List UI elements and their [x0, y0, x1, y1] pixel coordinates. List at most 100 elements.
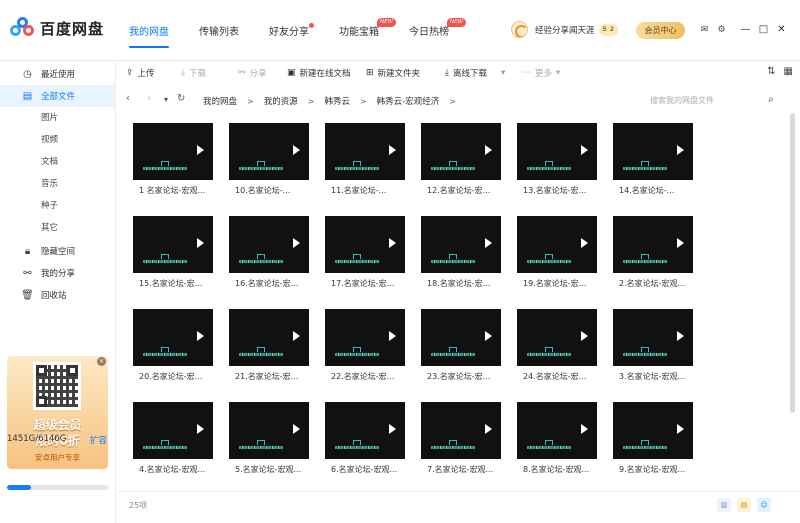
file-tile[interactable]: 20.名家论坛-宏...	[133, 299, 213, 387]
history-dropdown-icon[interactable]: ▾	[164, 95, 168, 104]
video-thumbnail[interactable]	[325, 216, 405, 273]
video-thumbnail[interactable]	[613, 309, 693, 366]
sidebar-sub-images[interactable]: 图片	[41, 109, 58, 127]
minimize-button[interactable]: —	[740, 24, 751, 35]
sidebar-sub-videos[interactable]: 视频	[41, 131, 58, 149]
back-button[interactable]: ‹	[126, 93, 130, 104]
sidebar-sub-torrents[interactable]: 种子	[41, 197, 58, 215]
search-input[interactable]	[650, 90, 782, 110]
chevron-down-icon[interactable]: ▾	[501, 68, 505, 78]
file-tile[interactable]: 6.名家论坛-宏观...	[325, 392, 405, 480]
file-tile[interactable]: 23.名家论坛-宏...	[421, 299, 501, 387]
video-thumbnail[interactable]	[613, 216, 693, 273]
video-thumbnail[interactable]	[613, 402, 693, 459]
maximize-button[interactable]: □	[758, 24, 769, 35]
video-thumbnail[interactable]	[421, 216, 501, 273]
scrollbar[interactable]	[790, 113, 795, 488]
sidebar-item-my-shares[interactable]: ⚯ 我的分享	[0, 262, 115, 284]
search-icon[interactable]: ⌕	[768, 94, 774, 105]
file-tile[interactable]: 10.名家论坛-...	[229, 113, 309, 201]
file-tile[interactable]: 3.名家论坛-宏观...	[613, 299, 693, 387]
forward-button[interactable]: ›	[147, 93, 151, 104]
sidebar-sub-docs[interactable]: 文档	[41, 153, 58, 171]
sidebar-item-hidden-space[interactable]: 🔒︎ 隐藏空间	[0, 240, 115, 262]
file-tile[interactable]: 18.名家论坛-宏...	[421, 206, 501, 294]
file-tile[interactable]: 5.名家论坛-宏观...	[229, 392, 309, 480]
file-tile[interactable]: 12.名家论坛-宏...	[421, 113, 501, 201]
video-thumbnail[interactable]	[325, 123, 405, 180]
share-button[interactable]: ⚯ 分享	[238, 62, 267, 84]
video-thumbnail[interactable]	[133, 309, 213, 366]
video-thumbnail[interactable]	[229, 402, 309, 459]
sidebar-sub-music[interactable]: 音乐	[41, 175, 58, 193]
video-thumbnail[interactable]	[517, 402, 597, 459]
offline-download-button[interactable]: ⤓ 离线下载 ▾	[445, 62, 505, 84]
sidebar-sub-other[interactable]: 其它	[41, 219, 58, 237]
video-thumbnail[interactable]	[133, 216, 213, 273]
file-tile[interactable]: 15.名家论坛-宏...	[133, 206, 213, 294]
video-thumbnail[interactable]	[229, 123, 309, 180]
video-thumbnail[interactable]	[517, 123, 597, 180]
sidebar-item-recent[interactable]: ◷ 最近使用	[0, 63, 115, 85]
service-icon[interactable]: ☺	[757, 498, 771, 512]
user-box[interactable]: 经验分享闻天涯 52	[511, 21, 618, 38]
file-tile[interactable]: 21.名家论坛-宏...	[229, 299, 309, 387]
upload-button[interactable]: ⇪ 上传	[126, 62, 155, 84]
video-thumbnail[interactable]	[229, 309, 309, 366]
video-thumbnail[interactable]	[133, 123, 213, 180]
tab-hot-list[interactable]: 今日热榜 NEW	[398, 0, 466, 61]
file-tile[interactable]: 24.名家论坛-宏...	[517, 299, 597, 387]
breadcrumb-item[interactable]: 我的网盘	[203, 95, 237, 107]
video-thumbnail[interactable]	[517, 309, 597, 366]
tab-toolbox[interactable]: 功能宝箱 NEW	[328, 0, 396, 61]
grid-view-icon[interactable]: ▦	[784, 66, 793, 77]
vip-promo-banner[interactable]: 超级会员 限时6折 安卓用户专享 ✕	[7, 356, 108, 469]
video-thumbnail[interactable]	[325, 402, 405, 459]
tab-my-drive[interactable]: 我的网盘	[118, 0, 180, 61]
gear-icon[interactable]: ⚙	[716, 24, 727, 35]
video-thumbnail[interactable]	[325, 309, 405, 366]
more-button[interactable]: ⋯ 更多 ▾	[522, 62, 560, 84]
close-button[interactable]: ✕	[776, 24, 787, 35]
new-folder-button[interactable]: ⊞ 新建文件夹	[366, 62, 420, 84]
video-thumbnail[interactable]	[517, 216, 597, 273]
video-thumbnail[interactable]	[229, 216, 309, 273]
file-tile[interactable]: 1 名家论坛-宏观...	[133, 113, 213, 201]
gift-icon[interactable]: ▤	[737, 498, 751, 512]
expand-storage-link[interactable]: 扩容	[90, 434, 107, 446]
video-thumbnail[interactable]	[421, 402, 501, 459]
file-tile[interactable]: 7.名家论坛-宏观...	[421, 392, 501, 480]
file-tile[interactable]: 19.名家论坛-宏...	[517, 206, 597, 294]
avatar[interactable]	[511, 21, 528, 38]
tab-transfer-list[interactable]: 传输列表	[188, 0, 250, 61]
file-tile[interactable]: 8.名家论坛-宏观...	[517, 392, 597, 480]
file-tile[interactable]: 4.名家论坛-宏观...	[133, 392, 213, 480]
refresh-icon[interactable]: ↻	[177, 93, 185, 104]
sidebar-item-recycle-bin[interactable]: 🗑︎ 回收站	[0, 284, 115, 306]
scrollbar-thumb[interactable]	[790, 113, 795, 413]
file-tile[interactable]: 17.名家论坛-宏...	[325, 206, 405, 294]
breadcrumb-item[interactable]: 韩秀云-宏观经济	[377, 95, 440, 107]
file-tile[interactable]: 13.名家论坛-宏...	[517, 113, 597, 201]
file-tile[interactable]: 2.名家论坛-宏观...	[613, 206, 693, 294]
video-thumbnail[interactable]	[613, 123, 693, 180]
feedback-icon[interactable]: ▥	[717, 498, 731, 512]
new-online-doc-button[interactable]: ▣ 新建在线文档	[287, 62, 351, 84]
video-thumbnail[interactable]	[133, 402, 213, 459]
file-tile[interactable]: 22.名家论坛-宏...	[325, 299, 405, 387]
sort-icon[interactable]: ⇅	[767, 66, 775, 77]
app-logo[interactable]: 百度网盘	[10, 17, 104, 39]
file-tile[interactable]: 14.名家论坛-...	[613, 113, 693, 201]
tab-friend-share[interactable]: 好友分享	[258, 0, 320, 61]
video-thumbnail[interactable]	[421, 309, 501, 366]
file-tile[interactable]: 9.名家论坛-宏观...	[613, 392, 693, 480]
vip-center-button[interactable]: 会员中心	[636, 22, 685, 39]
video-thumbnail[interactable]	[421, 123, 501, 180]
mail-icon[interactable]: ✉	[699, 24, 710, 35]
breadcrumb-item[interactable]: 我的资源	[264, 95, 298, 107]
close-icon[interactable]: ✕	[97, 357, 106, 366]
breadcrumb-item[interactable]: 韩秀云	[324, 95, 350, 107]
file-tile[interactable]: 16.名家论坛-宏...	[229, 206, 309, 294]
sidebar-item-all-files[interactable]: ▤ 全部文件	[0, 85, 115, 107]
download-button[interactable]: ⤓ 下载	[181, 62, 206, 84]
